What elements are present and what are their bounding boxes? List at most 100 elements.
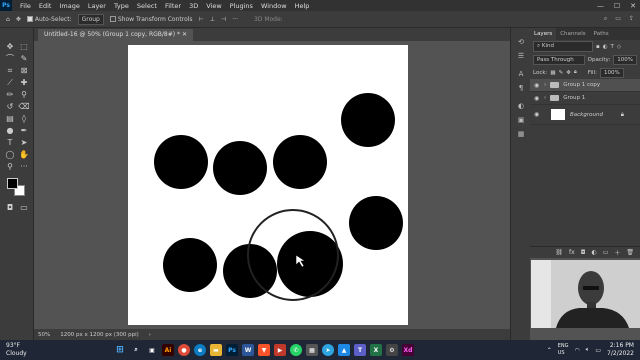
menu-file[interactable]: File bbox=[20, 2, 31, 10]
auto-select-target-dropdown[interactable]: Group bbox=[77, 13, 104, 25]
fx-icon[interactable]: fx bbox=[569, 249, 575, 256]
tab-paths[interactable]: Paths bbox=[590, 28, 613, 40]
properties-icon[interactable]: ☰ bbox=[516, 52, 526, 62]
store-icon[interactable]: ▦ bbox=[306, 344, 318, 356]
quick-mask-icon[interactable]: ◘ bbox=[4, 203, 16, 213]
fill-field[interactable]: 100% bbox=[599, 67, 624, 78]
word-icon[interactable]: W bbox=[242, 344, 254, 356]
volume-icon[interactable]: 🔈︎ bbox=[586, 346, 590, 354]
screen-mode-icon[interactable]: ▭ bbox=[18, 203, 30, 213]
libraries-icon[interactable]: ▣ bbox=[516, 116, 526, 126]
close-icon[interactable]: ✕ bbox=[630, 2, 636, 10]
edge-icon[interactable]: e bbox=[194, 344, 206, 356]
settings-icon[interactable]: ⚙ bbox=[386, 344, 398, 356]
telegram-icon[interactable]: ➤ bbox=[322, 344, 334, 356]
align-right-icon[interactable]: ⊣ bbox=[221, 16, 226, 23]
close-tab-icon[interactable]: ✕ bbox=[182, 31, 187, 38]
canvas-area[interactable] bbox=[34, 41, 510, 329]
trash-icon[interactable]: 🗑︎ bbox=[626, 249, 634, 256]
ellipse-tool-icon[interactable]: ◯ bbox=[4, 150, 16, 160]
menu-image[interactable]: Image bbox=[59, 2, 79, 10]
artboard-tool-icon[interactable]: ⬚ bbox=[18, 42, 30, 52]
menu-3d[interactable]: 3D bbox=[189, 2, 198, 10]
zoom-level[interactable]: 50% bbox=[38, 332, 50, 338]
show-transform-controls-checkbox[interactable]: Show Transform Controls bbox=[109, 16, 193, 23]
menu-select[interactable]: Select bbox=[137, 2, 157, 10]
task-view-icon[interactable]: ▣ bbox=[146, 344, 158, 356]
workspace-icon[interactable]: ▭ bbox=[615, 15, 621, 23]
adjustment-layer-icon[interactable]: ◐ bbox=[591, 249, 596, 256]
chevron-up-icon[interactable]: ⌃ bbox=[547, 347, 552, 354]
paragraph-icon[interactable]: ¶ bbox=[516, 84, 526, 94]
gradient-tool-icon[interactable]: ▤ bbox=[4, 114, 16, 124]
photos-icon[interactable]: ▲ bbox=[338, 344, 350, 356]
brave-icon[interactable]: ▼ bbox=[258, 344, 270, 356]
character-icon[interactable]: A bbox=[516, 70, 526, 80]
layer-row[interactable]: ◉ Background 🔒︎ bbox=[530, 105, 640, 125]
layer-row[interactable]: ◉ › Group 1 bbox=[530, 92, 640, 105]
crop-tool-icon[interactable]: ⌗ bbox=[4, 66, 16, 76]
windows-start-icon[interactable]: ⊞ bbox=[114, 344, 126, 356]
menu-help[interactable]: Help bbox=[295, 2, 310, 10]
lasso-tool-icon[interactable]: ⌒ bbox=[4, 54, 16, 64]
chevron-right-icon[interactable]: › bbox=[544, 95, 546, 101]
filter-type-icon[interactable]: T bbox=[611, 44, 614, 50]
maximize-icon[interactable]: ☐ bbox=[614, 2, 620, 10]
quick-select-tool-icon[interactable]: ✎ bbox=[18, 54, 30, 64]
home-icon[interactable]: ⌂ bbox=[6, 16, 10, 23]
share-icon[interactable]: ⇪ bbox=[629, 15, 634, 23]
mask-icon[interactable]: ◘ bbox=[581, 249, 586, 256]
type-tool-icon[interactable]: T bbox=[4, 138, 16, 148]
history-brush-tool-icon[interactable]: ↺ bbox=[4, 102, 16, 112]
illustrator-icon[interactable]: Ai bbox=[162, 344, 174, 356]
opacity-field[interactable]: 100% bbox=[613, 54, 637, 65]
stamp-tool-icon[interactable]: ⚲ bbox=[18, 90, 30, 100]
lock-position-icon[interactable]: ✥ bbox=[566, 70, 571, 76]
search-icon[interactable]: ⌕ bbox=[604, 15, 607, 23]
adjustments-icon[interactable]: ◐ bbox=[516, 102, 526, 112]
weather-widget[interactable]: 93°F Cloudy bbox=[6, 342, 27, 358]
align-left-icon[interactable]: ⊢ bbox=[199, 16, 204, 23]
wifi-icon[interactable]: ◠ bbox=[575, 347, 580, 354]
menu-filter[interactable]: Filter bbox=[165, 2, 181, 10]
eye-icon[interactable]: ◉ bbox=[534, 82, 541, 89]
healing-brush-tool-icon[interactable]: ✚ bbox=[18, 78, 30, 88]
document-canvas[interactable] bbox=[128, 45, 408, 325]
menu-layer[interactable]: Layer bbox=[88, 2, 106, 10]
frame-tool-icon[interactable]: ⊠ bbox=[18, 66, 30, 76]
pen-tool-icon[interactable]: ✒ bbox=[18, 126, 30, 136]
path-select-tool-icon[interactable]: ➤ bbox=[18, 138, 30, 148]
more-options-icon[interactable]: ··· bbox=[232, 16, 238, 23]
excel-icon[interactable]: X bbox=[370, 344, 382, 356]
history-icon[interactable]: ⟲ bbox=[516, 38, 526, 48]
new-group-icon[interactable]: ▭ bbox=[603, 249, 609, 256]
new-layer-icon[interactable]: ＋ bbox=[614, 248, 620, 257]
photoshop-icon[interactable]: Ps bbox=[226, 344, 238, 356]
chevron-right-icon[interactable]: › bbox=[544, 82, 546, 88]
menu-view[interactable]: View bbox=[206, 2, 221, 10]
move-tool-icon[interactable]: ✥ bbox=[4, 42, 16, 52]
menu-edit[interactable]: Edit bbox=[39, 2, 52, 10]
blur-tool-icon[interactable]: ◊ bbox=[18, 114, 30, 124]
file-explorer-icon[interactable]: ▬ bbox=[210, 344, 222, 356]
move-tool-icon[interactable]: ✥ bbox=[16, 16, 21, 23]
chrome-icon[interactable]: ● bbox=[178, 344, 190, 356]
brush-tool-icon[interactable]: ✏ bbox=[4, 90, 16, 100]
lock-paint-icon[interactable]: ✎ bbox=[559, 70, 564, 76]
layer-row[interactable]: ◉ › Group 1 copy bbox=[530, 79, 640, 92]
tab-channels[interactable]: Channels bbox=[556, 28, 589, 40]
swatches-icon[interactable]: ▦ bbox=[516, 130, 526, 140]
dodge-tool-icon[interactable]: ● bbox=[4, 126, 16, 136]
search-icon[interactable]: ⌕ bbox=[130, 344, 142, 356]
auto-select-checkbox[interactable]: Auto-Select: bbox=[26, 16, 72, 23]
filter-kind-dropdown[interactable]: ⌕ Kind bbox=[533, 41, 593, 52]
more-tools-icon[interactable]: ··· bbox=[18, 162, 30, 172]
eraser-tool-icon[interactable]: ⌫ bbox=[18, 102, 30, 112]
menu-window[interactable]: Window bbox=[261, 2, 287, 10]
battery-icon[interactable]: ▭ bbox=[595, 347, 601, 354]
menu-type[interactable]: Type bbox=[114, 2, 129, 10]
chevron-right-icon[interactable]: › bbox=[149, 332, 151, 338]
filter-shape-icon[interactable]: ◇ bbox=[617, 44, 621, 50]
eye-icon[interactable]: ◉ bbox=[534, 95, 541, 102]
menu-plugins[interactable]: Plugins bbox=[230, 2, 253, 10]
